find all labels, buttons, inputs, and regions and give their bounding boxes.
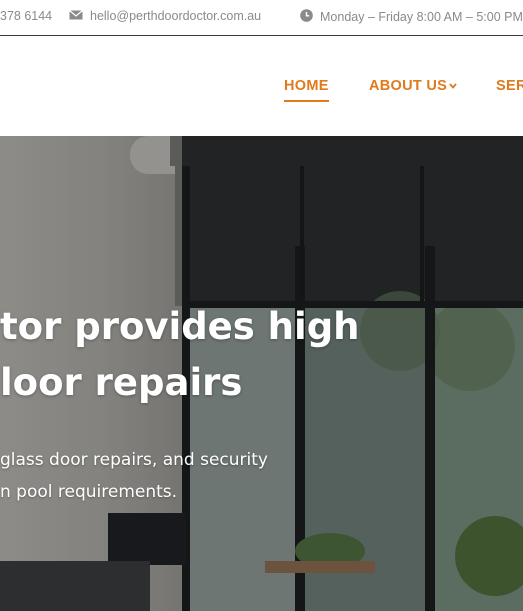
phone-text[interactable]: 378 6144 bbox=[0, 9, 52, 23]
email-text[interactable]: hello@perthdoordoctor.com.au bbox=[90, 9, 261, 23]
nav-about-label[interactable]: ABOUT US bbox=[369, 78, 447, 94]
hours-text: Monday – Friday 8:00 AM – 5:00 PM bbox=[320, 10, 523, 24]
hero-banner: tor provides high loor repairs glass doo… bbox=[0, 136, 523, 611]
nav-about-us[interactable]: ABOUT US bbox=[369, 78, 457, 94]
envelope-icon bbox=[69, 9, 83, 23]
business-hours: Monday – Friday 8:00 AM – 5:00 PM bbox=[300, 9, 523, 25]
nav-home-label[interactable]: HOME bbox=[284, 78, 329, 94]
phone-number[interactable]: 378 6144 bbox=[0, 9, 52, 23]
nav-home[interactable]: HOME bbox=[284, 78, 329, 102]
top-info-bar: 378 6144 hello@perthdoordoctor.com.au Mo… bbox=[0, 0, 523, 36]
hero-heading-line-1: tor provides high bbox=[0, 305, 360, 348]
hero-heading-line-2: loor repairs bbox=[0, 361, 243, 404]
email-link[interactable]: hello@perthdoordoctor.com.au bbox=[69, 9, 261, 23]
hero-heading: tor provides high loor repairs bbox=[0, 299, 360, 411]
site-header: HOME ABOUT US SER bbox=[0, 37, 523, 136]
chevron-down-icon bbox=[449, 81, 457, 91]
nav-services-label[interactable]: SER bbox=[496, 78, 523, 94]
hero-subtext-line-1: glass door repairs, and security bbox=[0, 450, 268, 470]
hero-subtext: glass door repairs, and security n pool … bbox=[0, 444, 268, 508]
nav-services[interactable]: SER bbox=[496, 78, 523, 94]
clock-icon bbox=[300, 9, 313, 25]
active-underline bbox=[284, 100, 329, 102]
hero-subtext-line-2: n pool requirements. bbox=[0, 482, 178, 502]
